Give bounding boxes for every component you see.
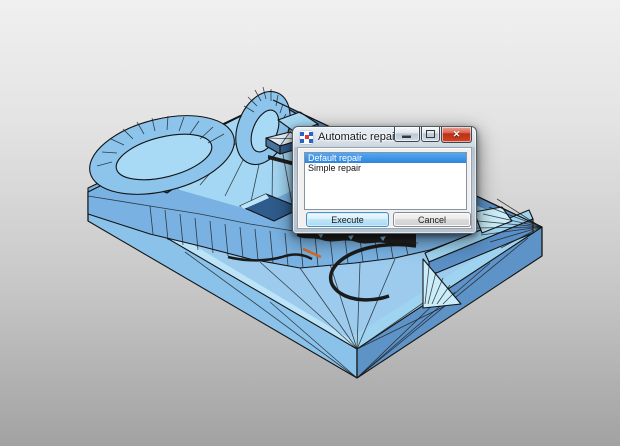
dialog-titlebar[interactable]: Automatic repair ✕: [293, 127, 476, 147]
dialog-title: Automatic repair: [318, 131, 399, 143]
cancel-button[interactable]: Cancel: [393, 212, 471, 227]
maximize-icon: [426, 130, 435, 138]
execute-button[interactable]: Execute: [306, 212, 389, 227]
viewport-3d[interactable]: Automatic repair ✕ Default repair Simple…: [0, 0, 620, 446]
close-icon: ✕: [452, 129, 461, 139]
list-item-simple-repair[interactable]: Simple repair: [305, 163, 466, 173]
repair-mode-list[interactable]: Default repair Simple repair: [304, 152, 467, 210]
maximize-button[interactable]: [421, 127, 440, 142]
minimize-button[interactable]: [394, 127, 420, 142]
app-icon: [300, 130, 313, 144]
close-button[interactable]: ✕: [441, 127, 472, 143]
automatic-repair-dialog: Automatic repair ✕ Default repair Simple…: [292, 126, 477, 234]
minimize-icon: [402, 135, 411, 138]
dialog-client-area: Default repair Simple repair Execute Can…: [297, 147, 472, 229]
list-item-default-repair[interactable]: Default repair: [305, 153, 466, 163]
